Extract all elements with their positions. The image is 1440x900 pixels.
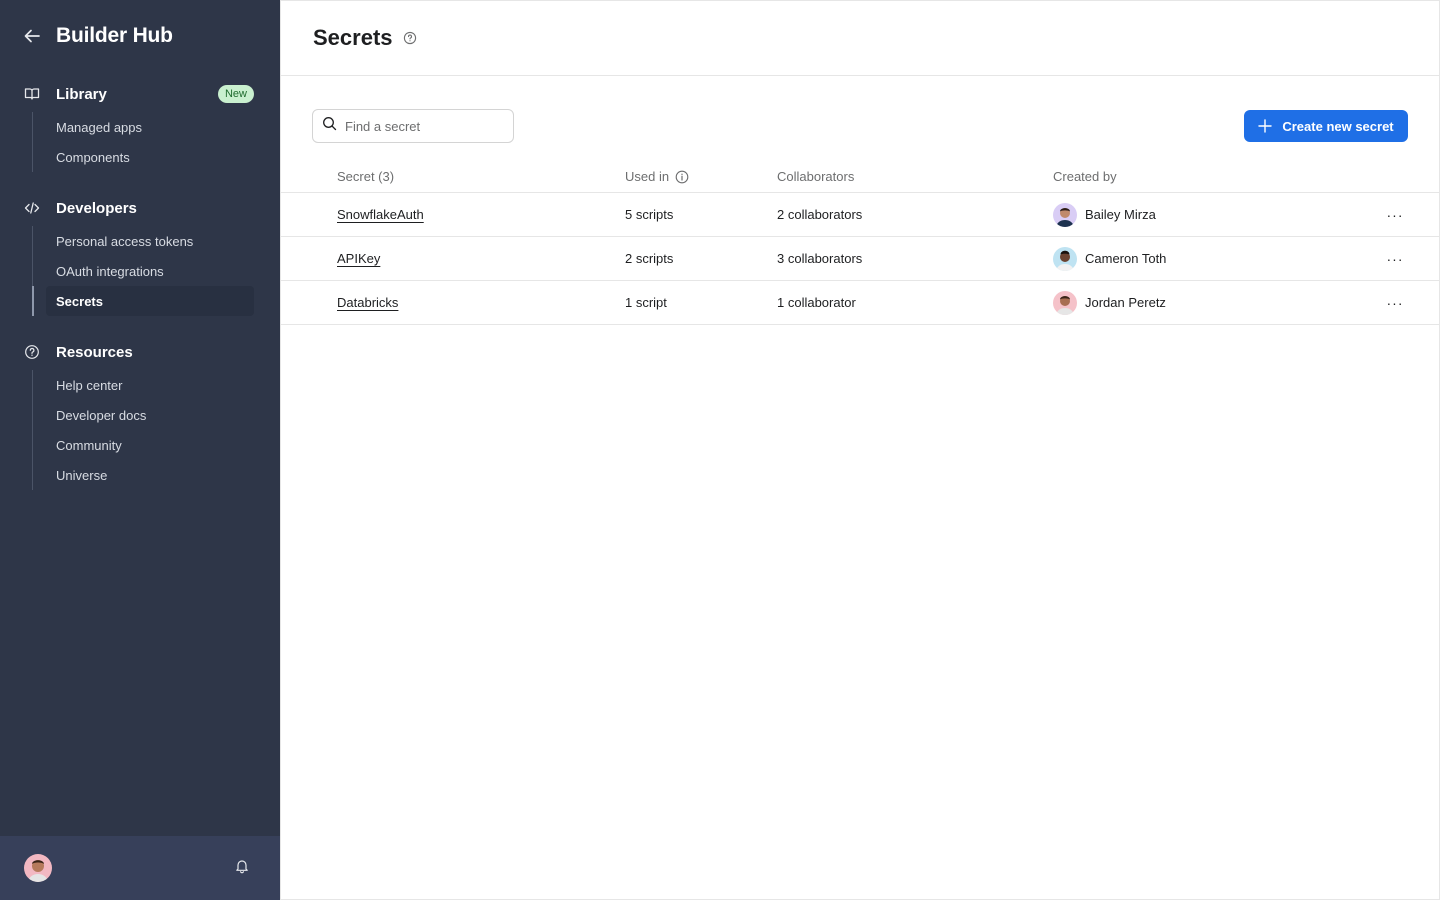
sidebar: Builder Hub Library New Managed apps Com…: [0, 0, 280, 900]
sidebar-item-list: Help center Developer docs Community Uni…: [32, 370, 280, 490]
sidebar-section-label: Resources: [56, 343, 133, 361]
sidebar-item-oauth-integrations[interactable]: OAuth integrations: [33, 256, 280, 286]
used-in-cell: 5 scripts: [625, 207, 674, 222]
created-by-cell: Bailey Mirza: [1053, 202, 1156, 227]
column-header-used-in[interactable]: Used in: [625, 169, 689, 184]
create-button-label: Create new secret: [1282, 118, 1394, 134]
toolbar: Create new secret: [312, 109, 1408, 143]
more-actions-button[interactable]: ···: [1385, 205, 1405, 225]
collaborators-cell: 1 collaborator: [777, 295, 856, 310]
book-icon: [24, 86, 40, 102]
sidebar-section-label: Developers: [56, 199, 137, 217]
secret-name-link[interactable]: Databricks: [337, 295, 398, 310]
sidebar-item-community[interactable]: Community: [33, 430, 280, 460]
sidebar-section-library: Library New Managed apps Components: [0, 82, 280, 172]
sidebar-item-universe[interactable]: Universe: [33, 460, 280, 490]
collaborators-cell: 2 collaborators: [777, 207, 863, 222]
plus-icon: [1258, 119, 1273, 133]
collaborators-cell: 3 collaborators: [777, 251, 863, 266]
sidebar-item-personal-access-tokens[interactable]: Personal access tokens: [33, 226, 280, 256]
sidebar-section-label: Library: [56, 85, 107, 103]
help-icon[interactable]: [403, 31, 417, 45]
create-new-secret-button[interactable]: Create new secret: [1244, 110, 1408, 142]
sidebar-item-list: Managed apps Components: [32, 112, 280, 172]
creator-name: Bailey Mirza: [1085, 207, 1156, 222]
back-arrow-icon[interactable]: [22, 26, 42, 46]
sidebar-section-header[interactable]: Library New: [0, 82, 280, 106]
creator-name: Jordan Peretz: [1085, 295, 1166, 310]
main-content: Secrets Create new secret Secret (3) Use…: [280, 0, 1440, 900]
sidebar-section-resources: Resources Help center Developer docs Com…: [0, 340, 280, 490]
creator-name: Cameron Toth: [1085, 251, 1167, 266]
used-in-cell: 2 scripts: [625, 251, 674, 266]
column-header-collaborators[interactable]: Collaborators: [777, 169, 854, 184]
sidebar-item-managed-apps[interactable]: Managed apps: [33, 112, 280, 142]
created-by-cell: Jordan Peretz: [1053, 290, 1166, 315]
sidebar-item-components[interactable]: Components: [33, 142, 280, 172]
search-icon: [322, 116, 337, 136]
avatar: [1053, 202, 1077, 227]
app-title: Builder Hub: [56, 24, 173, 47]
more-actions-button[interactable]: ···: [1385, 293, 1405, 313]
avatar: [1053, 246, 1077, 271]
question-circle-icon: [24, 344, 40, 360]
search-box[interactable]: [312, 109, 514, 143]
table-header: Secret (3) Used in Collaborators Created…: [281, 161, 1439, 193]
column-header-used-in-label: Used in: [625, 169, 670, 184]
page-title: Secrets: [313, 25, 393, 50]
secrets-table: Secret (3) Used in Collaborators Created…: [281, 161, 1439, 325]
new-badge: New: [217, 85, 254, 103]
column-header-created-by[interactable]: Created by: [1053, 169, 1117, 184]
user-avatar[interactable]: [24, 854, 52, 882]
sidebar-item-help-center[interactable]: Help center: [33, 370, 280, 400]
bell-icon[interactable]: [234, 858, 250, 879]
sidebar-section-header[interactable]: Resources: [0, 340, 280, 364]
sidebar-section-header[interactable]: Developers: [0, 196, 280, 220]
active-indicator: [32, 286, 34, 316]
sidebar-item-list: Personal access tokens OAuth integration…: [32, 226, 280, 316]
used-in-cell: 1 script: [625, 295, 667, 310]
column-header-secret[interactable]: Secret (3): [337, 169, 394, 184]
code-icon: [24, 200, 40, 216]
sidebar-item-developer-docs[interactable]: Developer docs: [33, 400, 280, 430]
secret-name-link[interactable]: SnowflakeAuth: [337, 207, 424, 222]
more-actions-button[interactable]: ···: [1385, 249, 1405, 269]
sidebar-brand: Builder Hub: [22, 22, 173, 50]
table-row[interactable]: SnowflakeAuth 5 scripts 2 collaborators …: [281, 193, 1439, 237]
table-row[interactable]: Databricks 1 script 1 collaborator Jorda…: [281, 281, 1439, 325]
secret-name-link[interactable]: APIKey: [337, 251, 380, 266]
info-icon[interactable]: [675, 170, 689, 184]
created-by-cell: Cameron Toth: [1053, 246, 1167, 271]
sidebar-item-secrets[interactable]: Secrets: [46, 286, 254, 316]
table-row[interactable]: APIKey 2 scripts 3 collaborators Cameron…: [281, 237, 1439, 281]
avatar: [1053, 290, 1077, 315]
page-header: Secrets: [281, 1, 1439, 76]
sidebar-section-developers: Developers Personal access tokens OAuth …: [0, 196, 280, 316]
search-input[interactable]: [345, 118, 495, 134]
sidebar-footer: [0, 836, 280, 900]
